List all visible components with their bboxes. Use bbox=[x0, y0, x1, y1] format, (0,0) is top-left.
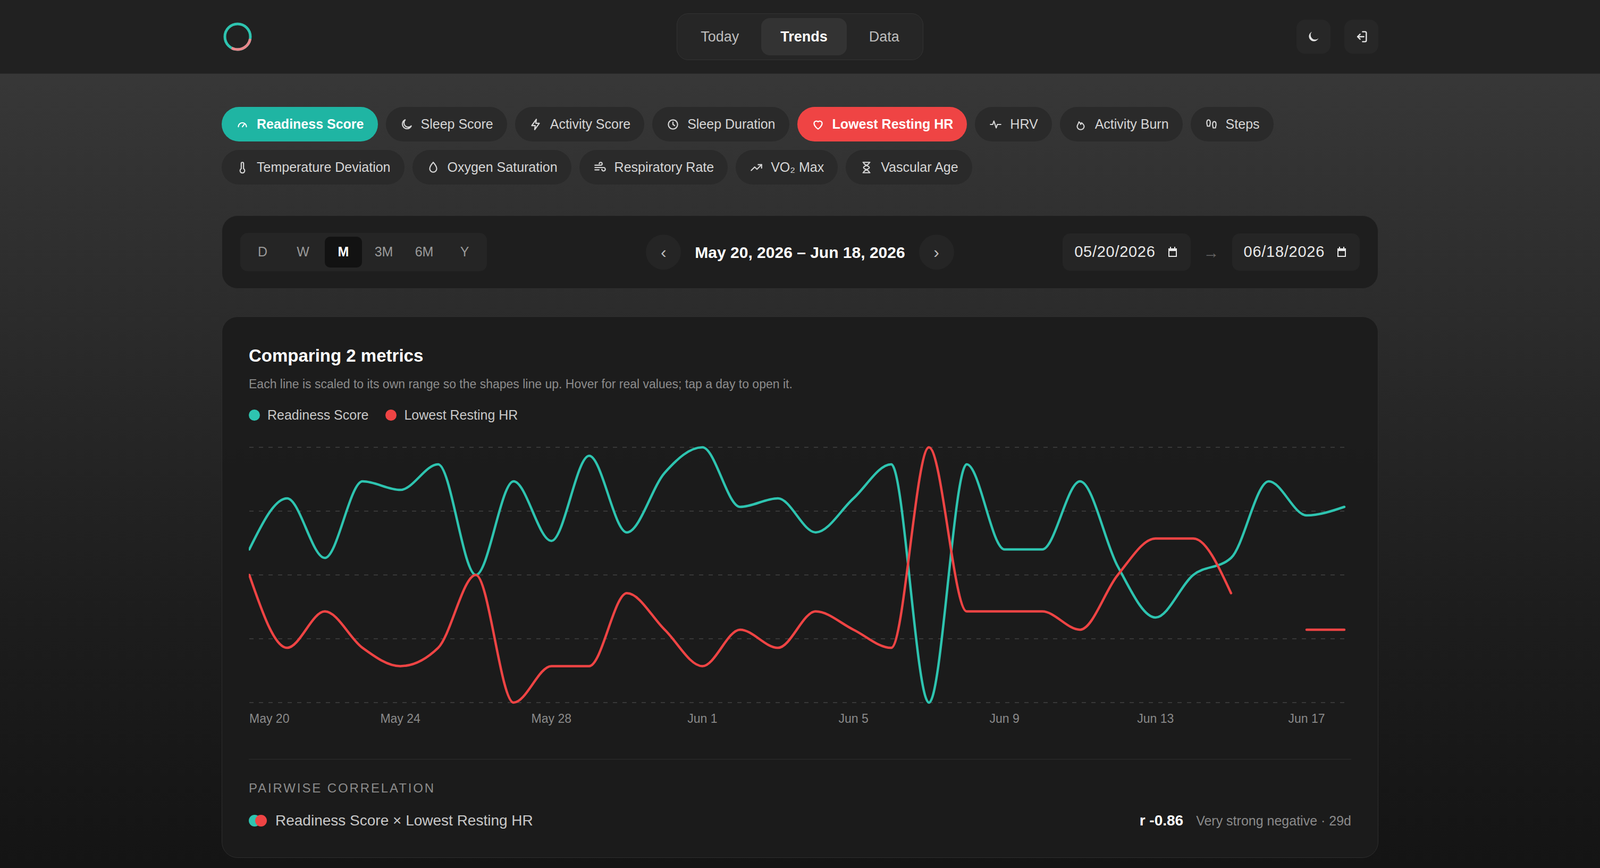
series-line bbox=[249, 447, 1345, 703]
grid-line bbox=[249, 574, 1345, 576]
calendar-icon bbox=[1335, 245, 1349, 259]
legend-item: Lowest Resting HR bbox=[385, 405, 518, 426]
chart-legend: Readiness Score Lowest Resting HR bbox=[248, 405, 1352, 426]
metric-chip[interactable]: Activity Score bbox=[515, 106, 645, 142]
period-button[interactable]: M bbox=[324, 236, 362, 268]
metric-chip[interactable]: Activity Burn bbox=[1059, 106, 1183, 142]
start-date-field[interactable]: 05/20/2026 bbox=[1062, 233, 1191, 271]
legend-dot bbox=[385, 409, 397, 421]
bolt-icon bbox=[528, 117, 543, 132]
correlation-heading: PAIRWISE CORRELATION bbox=[248, 778, 1352, 798]
range-arrow: → bbox=[1203, 240, 1220, 265]
correlation-value: r -0.86 bbox=[1139, 809, 1184, 832]
grid-line bbox=[249, 701, 1345, 703]
hourglass-icon bbox=[859, 160, 874, 175]
pulse-icon bbox=[988, 117, 1003, 132]
trend-icon bbox=[749, 160, 764, 175]
correlation-section: PAIRWISE CORRELATION Readiness Score × L… bbox=[248, 758, 1352, 832]
theme-toggle[interactable] bbox=[1296, 19, 1331, 54]
chart-area[interactable]: May 20 May 24 May 28 Jun 1 Jun 5 Jun 9 Jun 13 J… bbox=[248, 440, 1352, 732]
period-button[interactable]: Y bbox=[445, 236, 484, 268]
metric-chip[interactable]: HRV bbox=[974, 106, 1052, 142]
pair-label: Readiness Score × Lowest Resting HR bbox=[275, 809, 534, 832]
calendar-icon bbox=[1166, 245, 1180, 259]
chart-subtitle: Each line is scaled to its own range so … bbox=[248, 374, 1352, 394]
metric-chip[interactable]: Respiratory Rate bbox=[579, 149, 729, 185]
series-path bbox=[249, 447, 1232, 703]
line-chart[interactable]: May 20 May 24 May 28 Jun 1 Jun 5 Jun 9 Jun 13 J… bbox=[248, 440, 1352, 732]
grid-line bbox=[249, 637, 1345, 639]
end-date-field[interactable]: 06/18/2026 bbox=[1232, 233, 1360, 271]
x-axis-label: Jun 5 bbox=[838, 711, 869, 726]
metric-chip[interactable]: Oxygen Saturation bbox=[412, 149, 572, 185]
x-axis-label: Jun 13 bbox=[1137, 711, 1174, 726]
heart-icon bbox=[811, 117, 825, 132]
droplet-icon bbox=[426, 160, 441, 175]
x-axis-label: Jun 17 bbox=[1287, 711, 1325, 726]
period-button[interactable]: W bbox=[284, 236, 322, 268]
pair-dot bbox=[255, 814, 267, 827]
top-bar: TodayTrendsData bbox=[0, 0, 1600, 74]
metric-chip[interactable]: Sleep Duration bbox=[652, 106, 789, 142]
legend-dot bbox=[248, 409, 260, 421]
period-button[interactable]: 3M bbox=[365, 236, 403, 268]
legend-item: Readiness Score bbox=[248, 405, 369, 426]
moon-icon bbox=[1306, 29, 1321, 45]
moon-icon bbox=[399, 117, 414, 132]
correlation-row[interactable]: Readiness Score × Lowest Resting HR r -0.… bbox=[248, 809, 1352, 832]
x-axis-label: May 28 bbox=[531, 711, 572, 726]
series-path bbox=[249, 447, 1345, 703]
metric-chip[interactable]: Sleep Score bbox=[385, 106, 508, 142]
metric-chips: Readiness ScoreSleep ScoreActivity Score… bbox=[221, 106, 1379, 185]
grid-line bbox=[249, 510, 1345, 512]
prev-button[interactable]: ‹ bbox=[645, 234, 681, 270]
period-selector: DWM3M6MY bbox=[240, 232, 487, 272]
x-axis-label: May 24 bbox=[380, 711, 421, 726]
range-title: May 20, 2026 – Jun 18, 2026 bbox=[694, 240, 905, 265]
trends-page: Readiness ScoreSleep ScoreActivity Score… bbox=[221, 73, 1379, 858]
legend-label: Lowest Resting HR bbox=[403, 405, 518, 426]
chart-title: Comparing 2 metrics bbox=[248, 344, 1352, 367]
metric-chip[interactable]: Temperature Deviation bbox=[221, 149, 405, 185]
x-axis-label: Jun 9 bbox=[989, 711, 1020, 726]
metric-chip[interactable]: Lowest Resting HR bbox=[797, 106, 968, 142]
range-bar: DWM3M6MY ‹ May 20, 2026 – Jun 18, 2026 ›… bbox=[221, 215, 1379, 289]
correlation-description: Very strong negative · 29d bbox=[1196, 810, 1352, 831]
gauge-icon bbox=[235, 117, 250, 132]
nav-tab[interactable]: Today bbox=[681, 18, 759, 56]
grid-line bbox=[249, 446, 1345, 448]
metric-chip[interactable]: Readiness Score bbox=[221, 106, 378, 142]
legend-label: Readiness Score bbox=[267, 405, 369, 426]
period-button[interactable]: 6M bbox=[405, 236, 443, 268]
logout-button[interactable] bbox=[1344, 19, 1379, 54]
chart-card: Comparing 2 metrics Each line is scaled … bbox=[221, 316, 1379, 858]
series-line bbox=[249, 447, 1345, 703]
x-axis-label: Jun 1 bbox=[687, 711, 718, 726]
series-path bbox=[1306, 628, 1345, 631]
thermometer-icon bbox=[235, 160, 250, 175]
nav-tab[interactable]: Trends bbox=[761, 18, 847, 56]
main-nav: TodayTrendsData bbox=[676, 13, 924, 61]
x-axis-label: May 20 bbox=[249, 711, 290, 726]
period-button[interactable]: D bbox=[243, 236, 282, 268]
footprints-icon bbox=[1204, 117, 1219, 132]
logout-icon bbox=[1353, 29, 1369, 45]
metric-chip[interactable]: VO₂ Max bbox=[735, 149, 838, 185]
next-button[interactable]: › bbox=[919, 234, 955, 270]
clock-icon bbox=[666, 117, 680, 132]
metric-chip[interactable]: Vascular Age bbox=[845, 149, 972, 185]
flame-icon bbox=[1073, 117, 1088, 132]
pair-icon bbox=[248, 814, 267, 827]
metric-chip[interactable]: Steps bbox=[1190, 106, 1274, 142]
wind-icon bbox=[593, 160, 608, 175]
nav-tab[interactable]: Data bbox=[849, 18, 919, 56]
logo-icon[interactable] bbox=[221, 20, 254, 53]
